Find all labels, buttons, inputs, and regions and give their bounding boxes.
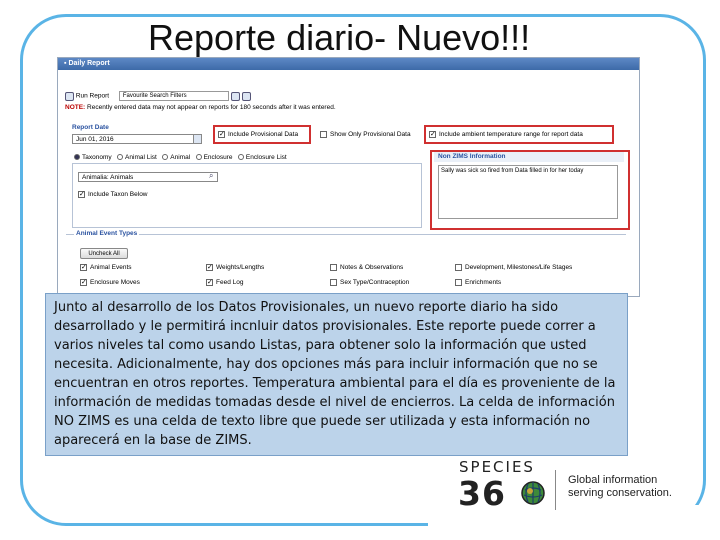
radio-animal-list[interactable] [117, 154, 124, 161]
include-provisional-checkbox[interactable]: ✓ [218, 131, 225, 138]
include-provisional-label: Include Provisional Data [228, 131, 299, 139]
note-label: NOTE: [65, 104, 86, 111]
filter-tabs: Taxonomy Animal List Animal Enclosure En… [74, 154, 287, 161]
event-sex-type[interactable]: Sex Type/Contraception [330, 279, 409, 286]
note-text: Recently entered data may not appear on … [87, 104, 336, 111]
event-label: Development, Milestones/Life Stages [465, 264, 573, 272]
show-only-provisional-checkbox[interactable] [320, 131, 327, 138]
radio-enclosure-list[interactable] [237, 154, 244, 161]
slide-title: Reporte diario- Nuevo!!! [148, 17, 531, 58]
event-label: Weights/Lengths [216, 264, 265, 272]
event-animal-events[interactable]: ✓ Animal Events [80, 264, 132, 271]
tab-animal-list[interactable]: Animal List [125, 154, 157, 161]
event-label: Sex Type/Contraception [340, 279, 410, 287]
non-zims-label: Non ZIMS Information [434, 152, 624, 162]
report-date-label: Report Date [72, 124, 109, 131]
radio-animal[interactable] [162, 154, 169, 161]
checkbox[interactable]: ✓ [206, 264, 213, 271]
logo-tagline: Global information serving conservation. [568, 474, 672, 500]
logo-number: 36 [458, 474, 506, 513]
show-only-provisional-row[interactable]: Show Only Provisional Data [320, 131, 411, 138]
checkbox[interactable]: ✓ [80, 279, 87, 286]
event-label: Enrichments [465, 279, 502, 287]
show-only-provisional-label: Show Only Provisional Data [330, 131, 411, 139]
non-zims-textarea[interactable]: Sally was sick so fired from Data filled… [438, 165, 618, 219]
checkbox[interactable]: ✓ [206, 279, 213, 286]
event-enrichments[interactable]: Enrichments [455, 279, 501, 286]
checkbox[interactable] [330, 264, 337, 271]
animal-event-types-label: Animal Event Types [74, 230, 140, 237]
tab-taxonomy[interactable]: Taxonomy [82, 154, 112, 161]
window-title: Daily Report [68, 60, 110, 67]
radio-taxonomy[interactable] [74, 154, 80, 161]
include-provisional-row[interactable]: ✓ Include Provisional Data [218, 131, 298, 138]
logo-divider [555, 470, 556, 510]
run-report-button[interactable]: Run Report [76, 93, 109, 100]
save-icon[interactable] [230, 91, 240, 101]
checkbox[interactable] [330, 279, 337, 286]
tab-enclosure-list[interactable]: Enclosure List [246, 154, 287, 161]
include-ambient-label: Include ambient temperature range for re… [439, 131, 583, 139]
radio-enclosure[interactable] [195, 154, 202, 161]
event-label: Feed Log [216, 279, 244, 287]
event-feed-log[interactable]: ✓ Feed Log [206, 279, 243, 286]
include-taxon-below-checkbox[interactable]: ✓ [78, 191, 85, 198]
include-taxon-below-label: Include Taxon Below [88, 191, 148, 199]
saved-filter-select[interactable]: Favourite Search Filters [118, 91, 229, 101]
report-date-field[interactable]: Jun 01, 2016 [72, 134, 202, 144]
event-types-divider [66, 234, 626, 235]
event-enclosure-moves[interactable]: ✓ Enclosure Moves [80, 279, 140, 286]
checkbox[interactable] [455, 279, 462, 286]
taxonomy-input[interactable]: Animalia: Animals [78, 172, 218, 182]
checkbox[interactable] [455, 264, 462, 271]
window-titlebar: ▪ Daily Report [58, 58, 639, 70]
event-label: Animal Events [90, 264, 132, 272]
event-notes[interactable]: Notes & Observations [330, 264, 403, 271]
tagline-line-2: serving conservation. [568, 487, 672, 499]
calendar-icon[interactable] [193, 134, 202, 144]
description-textbox: Junto al desarrollo de los Datos Provisi… [45, 293, 628, 456]
export-icon[interactable] [241, 91, 251, 101]
event-label: Notes & Observations [340, 264, 404, 272]
include-ambient-row[interactable]: ✓ Include ambient temperature range for r… [429, 131, 583, 138]
tab-enclosure[interactable]: Enclosure [204, 154, 233, 161]
tagline-line-1: Global information [568, 474, 658, 486]
event-development[interactable]: Development, Milestones/Life Stages [455, 264, 572, 271]
checkbox[interactable]: ✓ [80, 264, 87, 271]
globe-icon [521, 481, 545, 505]
note-line: NOTE: Recently entered data may not appe… [65, 104, 336, 111]
uncheck-all-button[interactable]: Uncheck All [80, 248, 128, 259]
event-weights[interactable]: ✓ Weights/Lengths [206, 264, 264, 271]
event-label: Enclosure Moves [90, 279, 140, 287]
search-icon[interactable]: ⌕ [209, 171, 213, 181]
include-ambient-checkbox[interactable]: ✓ [429, 131, 436, 138]
tab-animal[interactable]: Animal [170, 154, 190, 161]
run-icon[interactable] [65, 91, 74, 101]
include-taxon-below-row[interactable]: ✓ Include Taxon Below [78, 191, 148, 198]
toolbar: Run Report Favourite Search Filters [65, 91, 251, 101]
